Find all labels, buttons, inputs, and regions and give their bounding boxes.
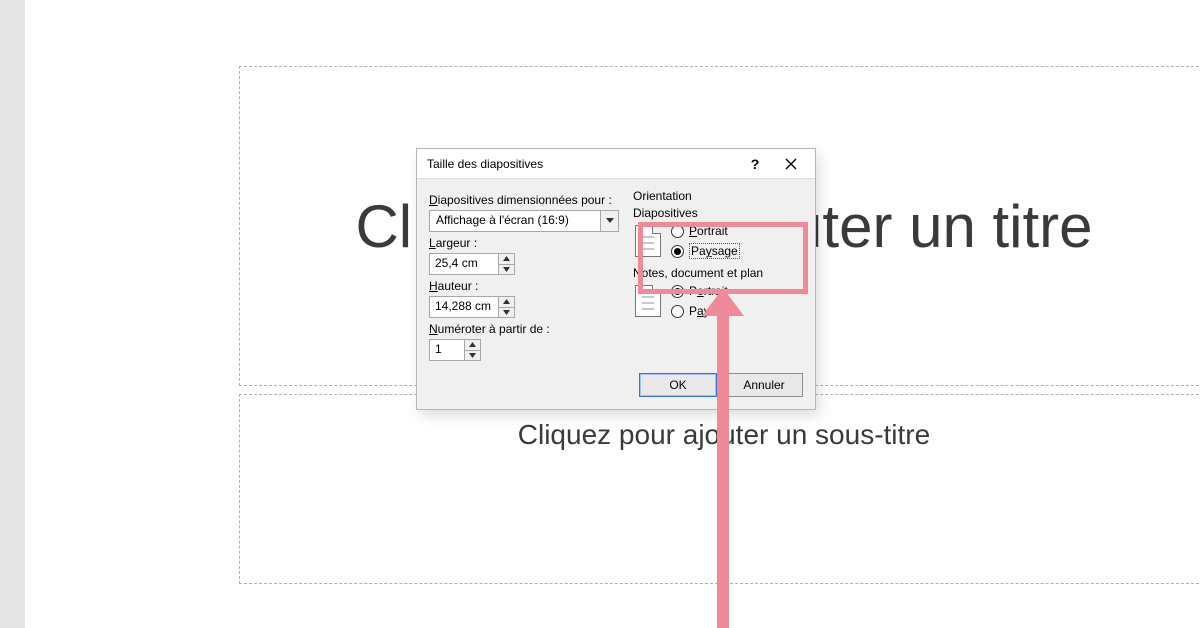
sized-for-label: Diapositives dimensionnées pour : [429,193,619,207]
width-step-up[interactable] [499,254,514,265]
cancel-button[interactable]: Annuler [725,373,803,397]
caret-up-icon [469,342,476,347]
width-step-down[interactable] [499,265,514,275]
subtitle-placeholder[interactable]: Cliquez pour ajouter un sous-titre [239,394,1200,584]
radio-icon [671,305,684,318]
dialog-title: Taille des diapositives [427,157,737,171]
notes-orientation-group: Notes, document et plan Portrait Paysage [633,266,803,320]
sized-for-value: Affichage à l'écran (16:9) [430,211,600,231]
number-from-value: 1 [430,340,464,360]
width-label: Largeur : [429,236,619,250]
slides-orientation-group: Diapositives Portrait Paysage [633,206,803,260]
height-step-down[interactable] [499,308,514,318]
caret-up-icon [503,256,510,261]
orientation-label: Orientation [633,189,803,203]
combo-toggle[interactable] [600,211,618,231]
radio-icon [671,245,684,258]
caret-down-icon [503,267,510,272]
height-spinner[interactable]: 14,288 cm [429,296,515,318]
slides-portrait-option[interactable]: Portrait [671,222,740,240]
radio-icon [671,285,684,298]
slide-size-dialog: Taille des diapositives ? Diapositives d… [416,148,816,410]
ok-button[interactable]: OK [639,373,717,397]
notes-portrait-option[interactable]: Portrait [671,282,736,300]
sized-for-combo[interactable]: Affichage à l'écran (16:9) [429,210,619,232]
height-label: Hauteur : [429,279,619,293]
slides-group-label: Diapositives [633,206,803,220]
number-from-spinner[interactable]: 1 [429,339,481,361]
chevron-down-icon [606,218,614,224]
page-icon [633,223,663,259]
number-step-up[interactable] [465,340,480,351]
number-from-label: Numéroter à partir de : [429,322,619,336]
height-step-up[interactable] [499,297,514,308]
close-icon [785,158,797,170]
height-value: 14,288 cm [430,297,498,317]
caret-down-icon [503,310,510,315]
notes-paysage-option[interactable]: Paysage [671,302,736,320]
width-value: 25,4 cm [430,254,498,274]
caret-down-icon [469,353,476,358]
close-button[interactable] [773,150,809,178]
number-step-down[interactable] [465,351,480,361]
notes-group-label: Notes, document et plan [633,266,803,280]
width-spinner[interactable]: 25,4 cm [429,253,515,275]
page-icon [633,283,663,319]
slides-paysage-option[interactable]: Paysage [671,242,740,260]
caret-up-icon [503,299,510,304]
dialog-titlebar[interactable]: Taille des diapositives ? [417,149,815,179]
help-button[interactable]: ? [737,150,773,178]
radio-icon [671,225,684,238]
